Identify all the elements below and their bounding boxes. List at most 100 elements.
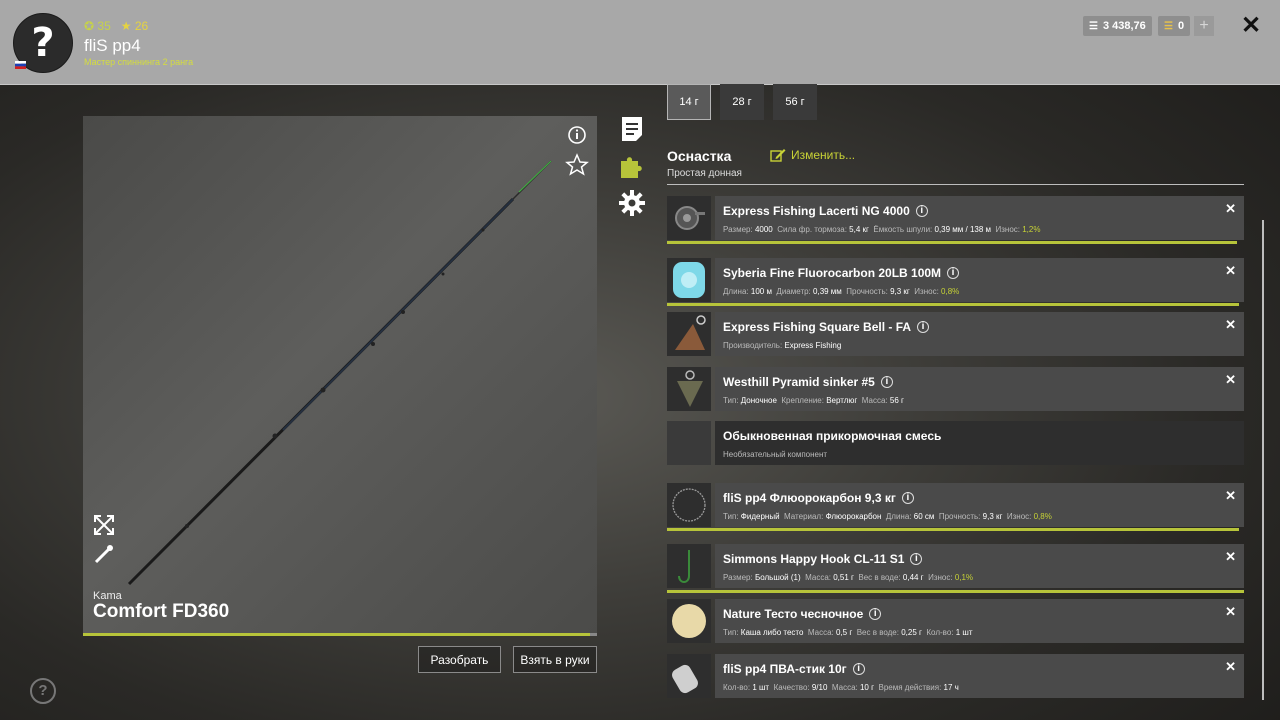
item-name: Обыкновенная прикормочная смесь [723, 429, 941, 443]
expand-icon[interactable] [94, 515, 114, 535]
detail-value: 1,2% [1022, 225, 1041, 234]
detail-value: 9,3 кг [890, 287, 910, 296]
add-currency-button[interactable]: + [1194, 16, 1214, 36]
item-wear-bar [667, 241, 1237, 244]
remove-item-icon[interactable]: ✕ [1225, 659, 1236, 675]
detail-value: Большой (1) [754, 573, 801, 582]
remove-item-icon[interactable]: ✕ [1225, 488, 1236, 504]
detail-label: Масса: [805, 573, 831, 582]
tackle-item-pva-stick[interactable]: fliS pp4 ПВА-стик 10г i Кол-во: 1 шт Качес… [667, 654, 1244, 698]
item-details: Необязательный компонент [723, 450, 827, 459]
bait-thumbnail [667, 599, 711, 643]
detail-label: Размер: [723, 573, 753, 582]
item-title: Express Fishing Square Bell - FA [723, 320, 912, 334]
item-title: Nature Тесто чесночное [723, 607, 864, 621]
detail-value: 1 шт [752, 683, 770, 692]
detail-value: Каша либо тесто [740, 628, 804, 637]
detail-value: 9,3 кг [982, 512, 1003, 521]
item-body: Simmons Happy Hook CL-11 S1 i Размер: Боль… [715, 544, 1244, 588]
tackle-item-groundbait[interactable]: Обыкновенная прикормочная смесь Необязате… [667, 421, 1244, 465]
document-icon[interactable] [618, 115, 646, 143]
detail-label: Необязательный компонент [723, 450, 828, 459]
detail-label: Крепление: [781, 396, 824, 405]
detail-label: Вес в воде: [856, 628, 899, 637]
tackle-item-line[interactable]: Syberia Fine Fluorocarbon 20LB 100M i Длин… [667, 258, 1244, 302]
detail-label: Износ: [995, 225, 1020, 234]
item-details: Тип: Доночное Крепление: Вертлюг Масса: … [723, 396, 904, 405]
tackle-item-feeder[interactable]: Express Fishing Square Bell - FA i Произво… [667, 312, 1244, 356]
help-button[interactable]: ? [30, 678, 56, 704]
detail-label: Ёмкость шпули: [873, 225, 933, 234]
tackle-item-hook[interactable]: Simmons Happy Hook CL-11 S1 i Размер: Боль… [667, 544, 1244, 588]
silver-coins-icon: ☰ [1089, 20, 1098, 32]
gold-balance[interactable]: ☰ 0 [1158, 16, 1191, 36]
info-icon[interactable]: i [901, 492, 914, 504]
detail-label: Вес в воде: [858, 573, 901, 582]
tackle-item-bait[interactable]: Nature Тесто чесночное i Тип: Каша либо те… [667, 599, 1244, 643]
favorite-star-icon[interactable] [565, 153, 589, 176]
remove-item-icon[interactable]: ✕ [1225, 263, 1236, 279]
coins-value: 35 [97, 19, 111, 33]
close-button[interactable]: ✕ [1241, 14, 1261, 38]
detail-label: Прочность: [846, 287, 888, 296]
detail-value: 4000 [754, 225, 773, 234]
info-icon[interactable]: i [869, 608, 882, 620]
rod-wear-remainder [590, 633, 597, 636]
settings-gear-icon[interactable] [618, 189, 646, 217]
info-icon[interactable]: i [880, 376, 893, 388]
tackle-item-sinker[interactable]: Westhill Pyramid sinker #5 i Тип: Доночное… [667, 367, 1244, 411]
detail-label: Качество: [773, 683, 810, 692]
item-title: fliS pp4 ПВА-стик 10г [723, 662, 847, 676]
tackle-item-reel[interactable]: Express Fishing Lacerti NG 4000 i Размер: … [667, 196, 1244, 240]
edit-rig-button[interactable]: Изменить... [770, 148, 855, 162]
detail-label: Диаметр: [776, 287, 811, 296]
item-details: Длина: 100 м Диаметр: 0,39 мм Прочность:… [723, 287, 959, 296]
item-body: Express Fishing Lacerti NG 4000 i Размер: … [715, 196, 1244, 240]
edit-rig-label: Изменить... [791, 148, 856, 162]
info-icon[interactable]: i [910, 553, 923, 565]
info-icon[interactable]: i [852, 663, 865, 675]
coins-stat: ✪ 35 [84, 19, 111, 33]
info-icon[interactable]: i [917, 321, 930, 333]
username: fliS pp4 [84, 36, 141, 55]
take-in-hands-button[interactable]: Взять в руки [513, 646, 597, 673]
detail-label: Износ: [1006, 512, 1032, 521]
item-body: Westhill Pyramid sinker #5 i Тип: Доночное… [715, 367, 1244, 411]
disassemble-button[interactable]: Разобрать [418, 646, 501, 673]
detail-value: Флюорокарбон [825, 512, 882, 521]
silver-balance[interactable]: ☰ 3 438,76 [1083, 16, 1152, 36]
detail-value: 0,39 мм / 138 м [934, 225, 992, 234]
tool-icon[interactable] [94, 545, 113, 564]
info-icon[interactable] [568, 126, 586, 144]
weight-tab-28[interactable]: 28 г [720, 84, 764, 120]
tackle-item-leader[interactable]: fliS pp4 Флюорокарбон 9,3 кг i Тип: Фидерн… [667, 483, 1244, 527]
gold-coins-icon: ☰ [1164, 20, 1173, 32]
weight-tab-14[interactable]: 14 г [667, 84, 711, 120]
scrollbar[interactable] [1262, 220, 1264, 700]
avatar-symbol: ? [31, 20, 55, 66]
rod-preview-panel [83, 116, 597, 634]
item-name: Express Fishing Square Bell - FA i [723, 320, 930, 334]
remove-item-icon[interactable]: ✕ [1225, 549, 1236, 565]
info-icon[interactable]: i [915, 205, 928, 217]
remove-item-icon[interactable]: ✕ [1225, 372, 1236, 388]
detail-label: Прочность: [938, 512, 981, 521]
detail-value: 0,25 г [901, 628, 922, 637]
leader-thumbnail [667, 483, 711, 527]
detail-label: Тип: [723, 396, 739, 405]
remove-item-icon[interactable]: ✕ [1225, 201, 1236, 217]
item-details: Тип: Фидерный Материал: Флюорокарбон Дли… [723, 512, 1052, 521]
remove-item-icon[interactable]: ✕ [1225, 317, 1236, 333]
item-title: Simmons Happy Hook CL-11 S1 [723, 552, 905, 566]
line-thumbnail [667, 258, 711, 302]
item-title: fliS pp4 Флюорокарбон 9,3 кг [723, 491, 896, 505]
remove-item-icon[interactable]: ✕ [1225, 604, 1236, 620]
player-rank: Мастер спиннинга 2 ранга [84, 57, 194, 67]
detail-value: 60 см [913, 512, 935, 521]
puzzle-icon[interactable] [618, 152, 646, 180]
info-icon[interactable]: i [947, 267, 960, 279]
rig-type: Простая донная [667, 168, 742, 179]
detail-value: 0,5 г [836, 628, 853, 637]
feeder-thumbnail [667, 312, 711, 356]
weight-tab-56[interactable]: 56 г [773, 84, 817, 120]
